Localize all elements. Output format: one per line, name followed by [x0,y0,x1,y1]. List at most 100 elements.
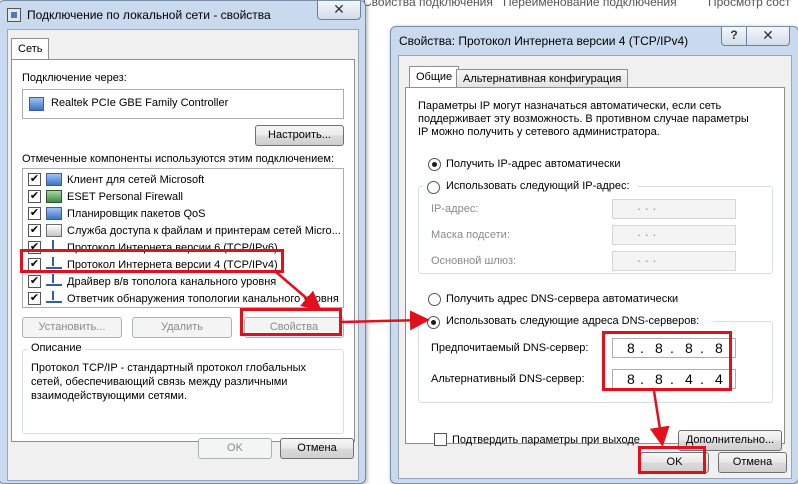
file-sharing-icon [46,224,62,237]
list-item[interactable]: ✔ Протокол Интернета версии 6 (TCP/IPv6) [23,240,343,257]
default-gateway-dots: . . . [637,249,657,265]
alternate-dns-label: Альтернативный DNS-сервер: [431,373,585,385]
alternate-dns-octet-2: 8 [655,371,663,387]
alternate-dns-octet-3: 4 [685,371,693,387]
auto-dns-label[interactable]: Получить адрес DNS-сервера автоматически [446,293,678,305]
bg-tab-view-status[interactable]: Просмотр сост [708,0,790,9]
list-item[interactable]: ✔ Клиент для сетей Microsoft [23,172,343,189]
connect-using-label: Подключение через: [22,72,127,84]
configure-button[interactable]: Настроить... [255,125,344,146]
preferred-dns-octet-1: 8 [627,340,635,356]
alternate-dns-field[interactable]: 8 . 8 . 4 . 4 [612,369,736,389]
adapter-field: Realtek PCIe GBE Family Controller [22,89,344,119]
ipv4-properties-titlebar[interactable]: Свойства: Протокол Интернета версии 4 (T… [391,27,798,55]
info-line-3: IP можно получить у сетевого администрат… [418,126,660,138]
properties-button[interactable]: Свойства [244,317,344,338]
remove-button[interactable]: Удалить [132,317,232,338]
advanced-button[interactable]: Дополнительно... [678,430,782,451]
subnet-mask-label: Маска подсети: [431,229,510,241]
bg-tab-rename-connection[interactable]: Переименование подключения [503,0,677,9]
list-item[interactable]: ✔ Планировщик пакетов QoS [23,206,343,223]
dns-group: Использовать следующие адреса DNS-сервер… [418,314,773,403]
bg-tab-connection-properties[interactable]: Свойства подключения [363,0,493,9]
octet-separator: . [640,340,644,356]
preferred-dns-field[interactable]: 8 . 8 . 8 . 8 [612,338,736,358]
component-checkbox[interactable]: ✔ [28,224,41,237]
network-connection-icon [7,8,21,22]
validate-checkbox[interactable] [434,433,447,446]
network-tab-page: Подключение через: Realtek PCIe GBE Fami… [11,59,355,442]
description-title: Описание [28,342,85,354]
ip-address-dots: . . . [637,197,657,213]
ip-address-field[interactable]: . . . [612,197,736,219]
subnet-mask-field[interactable]: . . . [612,223,736,245]
component-checkbox[interactable]: ✔ [28,190,41,203]
alternate-dns-octet-4: 4 [715,371,723,387]
alternate-dns-octet-1: 8 [627,371,635,387]
preferred-dns-octet-4: 8 [715,340,723,356]
tab-alternate-configuration[interactable]: Альтернативная конфигурация [456,69,629,88]
protocol-icon [46,291,62,303]
component-checkbox[interactable]: ✔ [28,173,41,186]
list-item[interactable]: ✔ ESET Personal Firewall [23,189,343,206]
lan-properties-titlebar[interactable]: Подключение по локальной сети - свойства… [0,1,365,29]
ipv4-cancel-button[interactable]: Отмена [718,452,787,473]
ipv4-ok-button[interactable]: OK [640,452,709,473]
lan-properties-close-button[interactable]: ✕ [317,1,361,20]
lan-properties-title: Подключение по локальной сети - свойства [27,8,271,22]
manual-ip-radio[interactable] [427,181,440,194]
lan-properties-client: Сеть Подключение через: Realtek PCIe GBE… [7,29,359,481]
tab-network[interactable]: Сеть [11,38,50,60]
network-service-icon [46,207,62,220]
ip-address-label: IP-адрес: [431,203,479,215]
validate-label[interactable]: Подтвердить параметры при выходе [452,434,640,446]
component-label: Протокол Интернета версии 4 (TCP/IPv4) [67,259,278,271]
manual-dns-radio[interactable] [427,316,440,329]
component-checkbox[interactable]: ✔ [28,292,41,305]
ipv4-close-button[interactable]: ✕ [746,27,790,46]
firewall-icon [46,190,62,203]
auto-ip-radio[interactable] [428,158,441,171]
preferred-dns-octet-3: 8 [685,340,693,356]
manual-ip-legend: Использовать следующий IP-адрес: [423,179,638,195]
auto-dns-radio[interactable] [428,293,441,306]
component-label: Клиент для сетей Microsoft [67,174,205,186]
protocol-icon [46,274,62,286]
component-checkbox[interactable]: ✔ [28,275,41,288]
ipv4-properties-window: Свойства: Протокол Интернета версии 4 (T… [390,26,798,484]
component-checkbox[interactable]: ✔ [28,258,41,271]
component-label: ESET Personal Firewall [67,191,183,203]
manual-ip-label[interactable]: Использовать следующий IP-адрес: [446,180,630,192]
tab-general[interactable]: Общие [409,66,460,88]
general-tab-page: Параметры IP могут назначаться автоматич… [405,87,785,451]
preferred-dns-octet-2: 8 [655,340,663,356]
components-label: Отмеченные компоненты используются этим … [22,153,335,165]
list-item[interactable]: ✔ Драйвер в/в тополога канального уровня [23,274,343,291]
lan-ok-button[interactable]: OK [198,438,272,459]
info-line-1: Параметры IP могут назначаться автоматич… [418,100,722,112]
octet-separator: . [640,371,644,387]
list-item[interactable]: ✔ Ответчик обнаружения топологии канальн… [23,291,343,307]
subnet-mask-dots: . . . [637,223,657,239]
list-item-ipv4[interactable]: ✔ Протокол Интернета версии 4 (TCP/IPv4) [23,257,343,274]
ipv4-properties-title: Свойства: Протокол Интернета версии 4 (T… [399,34,689,48]
network-adapter-icon [29,97,44,111]
install-button[interactable]: Установить... [22,317,122,338]
octet-separator: . [670,371,674,387]
lan-cancel-button[interactable]: Отмена [280,438,354,459]
octet-separator: . [700,340,704,356]
manual-dns-label[interactable]: Использовать следующие адреса DNS-сервер… [446,315,699,327]
component-label: Драйвер в/в тополога канального уровня [67,276,277,288]
component-checkbox[interactable]: ✔ [28,207,41,220]
auto-ip-label[interactable]: Получить IP-адрес автоматически [446,158,620,170]
ip-address-group: Использовать следующий IP-адрес: IP-адре… [418,179,773,274]
help-button[interactable]: ? [721,27,747,46]
component-checkbox[interactable]: ✔ [28,241,41,254]
default-gateway-field[interactable]: . . . [612,249,736,271]
list-item[interactable]: ✔ Служба доступа к файлам и принтерам се… [23,223,343,240]
octet-separator: . [700,371,704,387]
description-line-1: Протокол TCP/IP - стандартный протокол г… [31,362,306,374]
background-tab-strip: Свойства подключения Переименование подк… [360,0,798,11]
adapter-name: Realtek PCIe GBE Family Controller [51,97,229,109]
octet-separator: . [670,340,674,356]
